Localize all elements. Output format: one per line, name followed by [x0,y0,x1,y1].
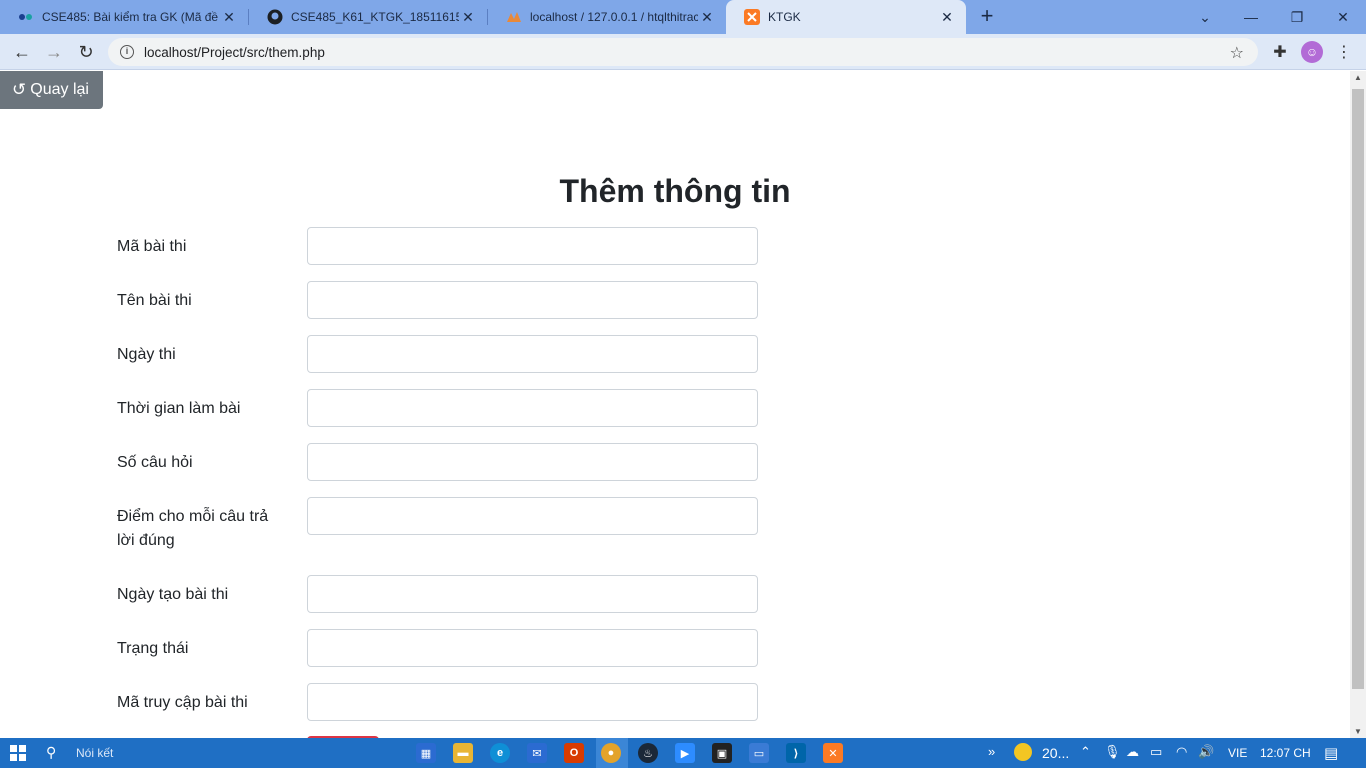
tab-ktgk[interactable]: KTGK ✕ [726,0,966,34]
close-tab-icon[interactable]: ✕ [220,9,238,26]
tab-title: CSE485_K61_KTGK_1851161586/ [291,10,459,24]
field-label: Điểm cho mỗi câu trả lời đúng [117,508,269,549]
field-label: Số câu hỏi [117,454,193,471]
vscode-icon[interactable]: ⟩ [786,743,806,763]
task-view-icon[interactable]: ▦ [416,743,436,763]
volume-icon[interactable]: 🔊 [1198,744,1214,760]
reload-icon[interactable]: ↻ [74,40,98,64]
google-classroom-icon [18,9,34,25]
scroll-up-arrow-icon[interactable]: ▲ [1354,73,1362,82]
field-label: Thời gian làm bài [117,400,241,417]
computer-icon[interactable]: ▭ [749,743,769,763]
weather-temp[interactable]: 20... [1042,745,1069,761]
phpmyadmin-icon [506,9,522,25]
forward-arrow-icon[interactable]: → [42,40,66,64]
menu-kebab-icon[interactable]: ⋮ [1332,40,1356,64]
browser-toolbar: ← → ↻ i localhost/Project/src/them.php ☆… [0,34,1366,70]
ten-bai-thi-input[interactable] [307,281,758,319]
close-tab-icon[interactable]: ✕ [698,9,716,26]
field-label: Mã bài thi [117,238,187,255]
battery-icon[interactable]: ▭ [1150,744,1162,760]
address-bar[interactable]: i localhost/Project/src/them.php ☆ [108,38,1258,66]
show-hidden-icons-icon[interactable]: ⌃ [1080,744,1091,760]
wifi-icon[interactable]: ◠ [1176,744,1187,760]
so-cau-hoi-input[interactable] [307,443,758,481]
windows-start-icon[interactable] [10,745,26,761]
new-tab-button[interactable]: + [976,5,998,28]
game-icon[interactable]: ▣ [712,743,732,763]
steam-icon[interactable]: ♨ [638,743,658,763]
chrome-icon[interactable]: ● [601,743,621,763]
minimize-icon[interactable]: — [1228,0,1274,34]
edge-icon[interactable]: e [490,743,510,763]
close-tab-icon[interactable]: ✕ [938,9,956,26]
file-explorer-icon[interactable]: ▬ [453,743,473,763]
windows-taskbar: ⚲ Nói kết ▦ ▬ e ✉ O ● ♨ ▶ ▣ ▭ ⟩ ✕ » 20..… [0,738,1366,768]
thoi-gian-lam-bai-input[interactable] [307,389,758,427]
field-label: Tên bài thi [117,292,192,309]
ngay-thi-input[interactable] [307,335,758,373]
field-label: Mã truy cập bài thi [117,694,248,711]
taskbar-search-text[interactable]: Nói kết [76,746,113,760]
tab-search-icon[interactable]: ⌄ [1182,0,1228,34]
tab-title: localhost / 127.0.0.1 / htqlthitrac [530,10,698,24]
tab-strip: CSE485: Bài kiểm tra GK (Mã đề C ✕ CSE48… [0,0,1366,34]
field-label: Ngày tạo bài thi [117,586,229,603]
restore-icon[interactable]: ❐ [1274,0,1320,34]
back-arrow-icon[interactable]: ← [10,40,34,64]
close-window-icon[interactable]: ✕ [1320,0,1366,34]
ngay-tao-bai-thi-input[interactable] [307,575,758,613]
input-language[interactable]: VIE [1228,746,1247,760]
tab-phpmyadmin[interactable]: localhost / 127.0.0.1 / htqlthitrac ✕ [488,0,726,34]
close-tab-icon[interactable]: ✕ [459,9,477,26]
scroll-down-arrow-icon[interactable]: ▼ [1354,727,1362,736]
bookmark-star-icon[interactable]: ☆ [1230,43,1244,63]
tab-cse485-quiz[interactable]: CSE485: Bài kiểm tra GK (Mã đề C ✕ [0,0,248,34]
mail-icon[interactable]: ✉ [527,743,547,763]
back-button[interactable]: ↺ Quay lại [0,71,103,109]
field-label: Trạng thái [117,640,189,657]
scrollbar-thumb[interactable] [1352,89,1364,689]
diem-moi-cau-input[interactable] [307,497,758,535]
xampp-icon [744,9,760,25]
field-label: Ngày thi [117,346,176,363]
site-info-icon[interactable]: i [120,45,134,59]
tab-title: KTGK [768,10,801,24]
taskbar-clock[interactable]: 12:07 CH [1260,746,1311,760]
back-button-label: Quay lại [30,81,89,98]
xampp-taskbar-icon[interactable]: ✕ [823,743,843,763]
trang-thai-input[interactable] [307,629,758,667]
page-viewport: ↺ Quay lại Thêm thông tin Mã bài thi Tên… [0,71,1350,738]
ma-bai-thi-input[interactable] [307,227,758,265]
tab-github[interactable]: CSE485_K61_KTGK_1851161586/ ✕ [249,0,487,34]
url-text: localhost/Project/src/them.php [144,44,325,60]
undo-icon: ↺ [12,80,27,99]
ma-truy-cap-input[interactable] [307,683,758,721]
zoom-icon[interactable]: ▶ [675,743,695,763]
tray-overflow-icon[interactable]: » [988,744,995,759]
tab-title: CSE485: Bài kiểm tra GK (Mã đề C [42,10,220,24]
microphone-icon[interactable]: 🎙 [1104,744,1121,760]
notifications-icon[interactable]: ▤ [1324,744,1338,762]
onedrive-icon[interactable]: ☁ [1126,744,1139,760]
extensions-puzzle-icon[interactable]: ✚ [1268,40,1292,64]
page-title: Thêm thông tin [559,173,791,209]
github-icon [267,9,283,25]
profile-avatar[interactable]: ☺ [1300,40,1324,64]
search-icon[interactable]: ⚲ [46,744,56,761]
page-scrollbar[interactable]: ▲ ▼ [1350,71,1366,738]
weather-sun-icon[interactable] [1014,743,1032,761]
office-icon[interactable]: O [564,743,584,763]
